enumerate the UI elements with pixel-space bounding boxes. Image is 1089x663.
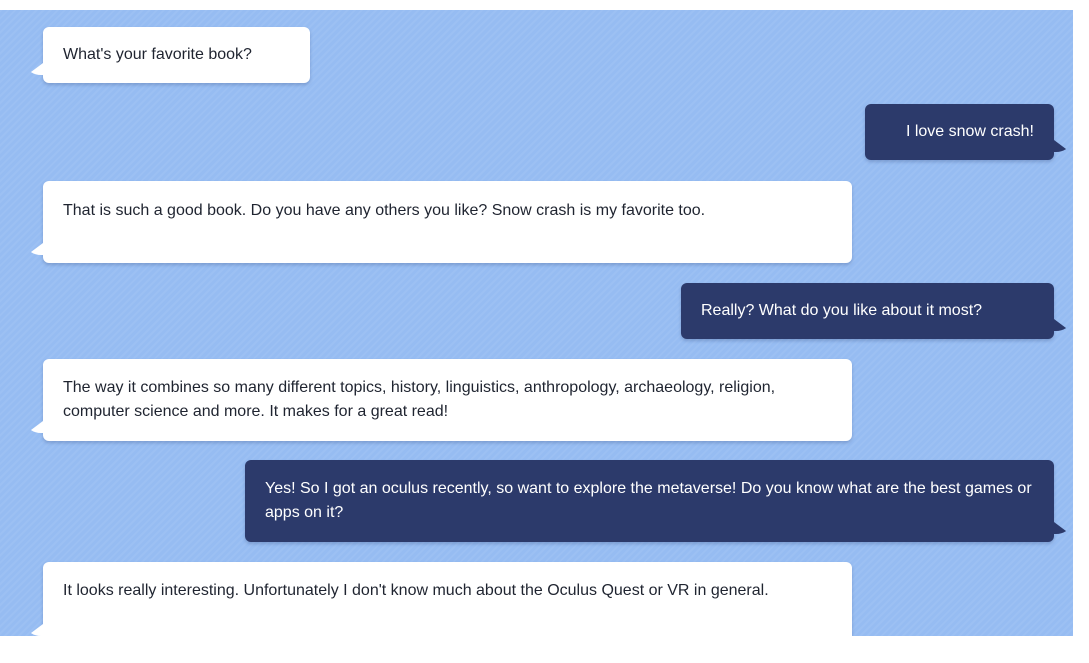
message-text: Really? What do you like about it most? (701, 302, 983, 319)
message-text: That is such a good book. Do you have an… (63, 202, 706, 219)
message-text: I love snow crash! (905, 123, 1034, 140)
message-text: What's your favorite book? (63, 46, 252, 63)
message-bubble-incoming: The way it combines so many different to… (43, 359, 852, 441)
message-text: It looks really interesting. Unfortunate… (63, 582, 769, 599)
message-text: The way it combines so many different to… (63, 379, 776, 420)
message-bubble-incoming: It looks really interesting. Unfortunate… (43, 562, 852, 636)
message-bubble-incoming: That is such a good book. Do you have an… (43, 181, 852, 263)
message-text: Yes! So I got an oculus recently, so wan… (265, 480, 1032, 521)
message-bubble-outgoing: Yes! So I got an oculus recently, so wan… (245, 460, 1054, 542)
message-bubble-outgoing: Really? What do you like about it most? (681, 283, 1054, 339)
message-bubble-outgoing: I love snow crash! (865, 104, 1054, 160)
chat-panel[interactable]: What's your favorite book? I love snow c… (0, 10, 1073, 636)
message-bubble-incoming: What's your favorite book? (43, 27, 310, 83)
